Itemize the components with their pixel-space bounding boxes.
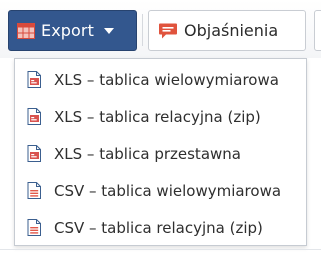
csv-file-icon	[27, 182, 41, 199]
explanations-button[interactable]: Objaśnienia	[148, 10, 306, 51]
menu-item-label: CSV – tablica wielowymiarowa	[54, 181, 282, 200]
menu-item-label: XLS – tablica wielowymiarowa	[54, 70, 279, 89]
chevron-down-icon	[103, 27, 114, 34]
menu-item-xls-relational-zip[interactable]: XLS – tablica relacyjna (zip)	[15, 98, 306, 135]
explanations-button-label: Objaśnienia	[184, 21, 279, 40]
export-button-label: Export	[41, 21, 94, 40]
toolbar-separator	[142, 14, 143, 46]
menu-item-xls-pivot[interactable]: XLS – tablica przestawna	[15, 135, 306, 172]
export-dropdown-menu: XLS – tablica wielowymiarowa XLS – tabli…	[14, 58, 307, 246]
table-export-icon	[17, 22, 35, 39]
menu-item-csv-multidimensional[interactable]: CSV – tablica wielowymiarowa	[15, 172, 306, 209]
export-button[interactable]: Export	[8, 10, 137, 51]
menu-item-xls-multidimensional[interactable]: XLS – tablica wielowymiarowa	[15, 61, 306, 98]
xls-file-icon	[27, 71, 41, 88]
menu-item-label: CSV – tablica relacyjna (zip)	[54, 218, 263, 237]
xls-file-icon	[27, 108, 41, 125]
toolbar: Export Objaśnienia	[0, 0, 321, 58]
export-dropdown-view: Export Objaśnienia XLS – tablica wielowy…	[0, 0, 321, 255]
csv-file-icon	[27, 219, 41, 236]
table-row-divider	[0, 249, 321, 250]
menu-item-label: XLS – tablica przestawna	[54, 144, 241, 163]
menu-item-csv-relational-zip[interactable]: CSV – tablica relacyjna (zip)	[15, 209, 306, 246]
menu-item-label: XLS – tablica relacyjna (zip)	[54, 107, 261, 126]
xls-file-icon	[27, 145, 41, 162]
speech-bubble-icon	[158, 22, 178, 40]
toolbar-next-button[interactable]	[314, 10, 321, 51]
